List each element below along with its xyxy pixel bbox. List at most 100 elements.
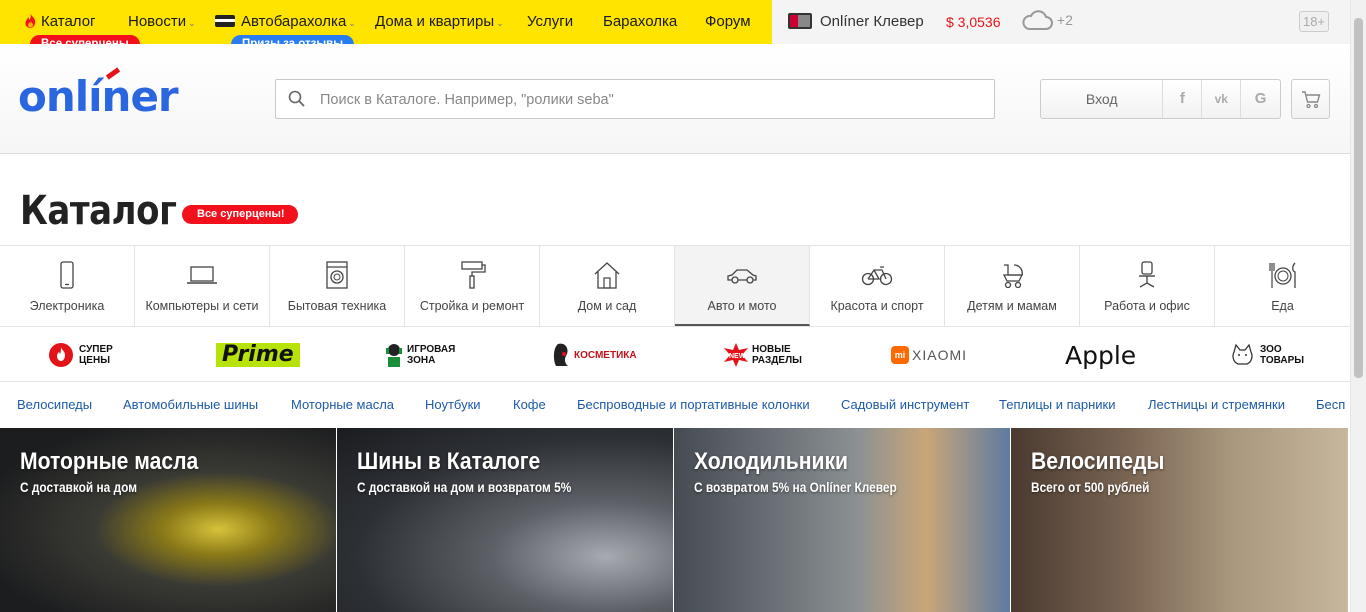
search-icon xyxy=(288,90,305,107)
plate-icon xyxy=(1268,262,1296,288)
facebook-login-button[interactable]: f xyxy=(1163,80,1203,118)
quick-link[interactable]: Беспроводные и портативные колонки xyxy=(577,397,810,412)
smartphone-icon xyxy=(60,261,74,289)
top-nav-label: Дома и квартиры xyxy=(375,13,495,30)
chevron-down-icon: ⌄ xyxy=(496,18,504,28)
banner-subtitle: С возвратом 5% на Onlíner Клевер xyxy=(694,480,897,495)
scrollbar-thumb[interactable] xyxy=(1354,18,1363,378)
washing-machine-icon xyxy=(326,261,348,289)
category-label: Детям и мамам xyxy=(967,299,1057,313)
quick-link[interactable]: Кофе xyxy=(513,397,546,412)
category-construction[interactable]: Стройка и ремонт xyxy=(405,246,540,326)
quick-link[interactable]: Ноутбуки xyxy=(425,397,481,412)
promo-zoo[interactable]: ЗОО ТОВАРЫ xyxy=(1228,341,1304,369)
site-header: onlíner Вход f vk G xyxy=(0,44,1366,154)
office-chair-icon xyxy=(1139,261,1155,288)
onliner-logo[interactable]: onlíner xyxy=(18,72,179,121)
quick-link[interactable]: Лестницы и стремянки xyxy=(1148,397,1285,412)
page-title: Каталог xyxy=(20,188,177,234)
quick-link[interactable]: Бесп xyxy=(1316,397,1345,412)
woman-face-icon xyxy=(553,343,568,366)
fire-icon xyxy=(25,13,36,28)
search-box[interactable] xyxy=(275,79,995,119)
page-scrollbar[interactable] xyxy=(1350,0,1366,612)
promo-game-zone[interactable]: ИГРОВАЯ ЗОНА xyxy=(384,341,455,369)
category-kids-moms[interactable]: Детям и мамам xyxy=(945,246,1080,326)
category-label: Работа и офис xyxy=(1104,299,1190,313)
search-input[interactable] xyxy=(320,89,970,111)
cloud-icon xyxy=(1022,10,1053,30)
top-bar: Каталог Новости ⌄ Автобарахолка ⌄ Дома и к… xyxy=(0,0,1366,54)
category-label: Авто и мото xyxy=(707,299,777,313)
cart-icon xyxy=(1302,91,1321,109)
bicycle-icon xyxy=(861,266,893,286)
facebook-icon: f xyxy=(1179,90,1185,107)
cart-button[interactable] xyxy=(1291,79,1330,119)
category-beauty-sport[interactable]: Красота и спорт xyxy=(810,246,945,326)
top-nav-label: Барахолка xyxy=(603,13,678,30)
mi-logo-icon: mi xyxy=(891,346,909,364)
category-label: Дом и сад xyxy=(577,299,637,313)
promo-apple[interactable]: Apple xyxy=(1065,341,1136,370)
category-appliances[interactable]: Бытовая техника xyxy=(270,246,405,326)
promo-strip: СУПЕР ЦЕНЫ Prime ИГРОВАЯ ЗОНА КОСМЕТИКА NE… xyxy=(0,327,1350,382)
top-nav-label: Автобарахолка xyxy=(241,13,347,30)
quick-link[interactable]: Автомобильные шины xyxy=(123,397,258,412)
quick-link[interactable]: Садовый инструмент xyxy=(841,397,969,412)
fire-badge-icon xyxy=(49,343,73,367)
banner-fridges[interactable]: Холодильники С возвратом 5% на Onlíner К… xyxy=(674,428,1011,612)
login-button[interactable]: Вход xyxy=(1041,80,1164,118)
top-nav-catalog[interactable]: Каталог xyxy=(24,13,96,30)
xiaomi-logo: XIAOMI xyxy=(912,347,968,363)
category-work-office[interactable]: Работа и офис xyxy=(1080,246,1215,326)
promo-line: НОВЫЕ xyxy=(752,344,791,355)
banner-title: Шины в Каталоге xyxy=(357,448,541,475)
promo-line: ТОВАРЫ xyxy=(1260,355,1305,366)
promo-line: РАЗДЕЛЫ xyxy=(752,355,802,366)
promo-super-prices[interactable]: СУПЕР ЦЕНЫ xyxy=(48,341,113,369)
top-nav-baraholka[interactable]: Барахолка xyxy=(603,13,677,30)
promo-xiaomi[interactable]: mi XIAOMI xyxy=(891,341,967,369)
category-computers[interactable]: Компьютеры и сети xyxy=(135,246,270,326)
promo-new-sections[interactable]: NEW НОВЫЕ РАЗДЕЛЫ xyxy=(722,341,802,369)
quick-link[interactable]: Теплицы и парники xyxy=(999,397,1116,412)
category-auto-moto[interactable]: Авто и мото xyxy=(675,246,810,326)
currency-rate[interactable]: $ 3,0536 xyxy=(946,14,1001,30)
category-home-garden[interactable]: Дом и сад xyxy=(540,246,675,326)
promo-cosmetics[interactable]: КОСМЕТИКА xyxy=(552,341,637,369)
top-nav-forum[interactable]: Форум xyxy=(705,13,751,30)
google-login-button[interactable]: G xyxy=(1241,80,1280,118)
top-nav-label: Форум xyxy=(705,13,751,30)
promo-line: СУПЕР xyxy=(79,344,113,355)
gamer-icon xyxy=(386,344,402,367)
top-nav-news[interactable]: Новости ⌄ xyxy=(128,13,196,30)
klever-link[interactable]: Onlíner Клевер xyxy=(788,13,924,30)
top-nav-services[interactable]: Услуги xyxy=(527,13,573,30)
category-bar: Электроника Компьютеры и сети Бытовая те… xyxy=(0,245,1350,327)
stroller-icon xyxy=(1002,264,1024,289)
superprice-title-badge[interactable]: Все суперцены! xyxy=(182,205,298,224)
top-nav-autobaraholka[interactable]: Автобарахолка ⌄ xyxy=(215,13,356,30)
promo-prime[interactable]: Prime xyxy=(216,341,300,369)
banner-bicycles[interactable]: Велосипеды Всего от 500 рублей xyxy=(1011,428,1348,612)
weather-widget[interactable]: +2 xyxy=(1021,9,1073,31)
vk-login-button[interactable]: vk xyxy=(1202,80,1242,118)
category-food[interactable]: Еда xyxy=(1215,246,1350,326)
quick-link[interactable]: Моторные масла xyxy=(291,397,394,412)
quick-links: Велосипеды Автомобильные шины Моторные м… xyxy=(0,383,1350,428)
banner-tires[interactable]: Шины в Каталоге С доставкой на дом и воз… xyxy=(337,428,674,612)
card-icon xyxy=(215,15,235,27)
promo-banners: Моторные масла С доставкой на дом Шины в… xyxy=(0,428,1350,612)
category-label: Стройка и ремонт xyxy=(419,299,525,313)
car-icon xyxy=(727,269,757,284)
temperature: +2 xyxy=(1056,12,1073,28)
promo-line: ИГРОВАЯ xyxy=(407,344,456,355)
banner-motor-oils[interactable]: Моторные масла С доставкой на дом xyxy=(0,428,337,612)
category-electronics[interactable]: Электроника xyxy=(0,246,135,326)
top-nav-realty[interactable]: Дома и квартиры ⌄ xyxy=(375,13,504,30)
cat-icon xyxy=(1232,343,1253,365)
quick-link[interactable]: Велосипеды xyxy=(17,397,92,412)
category-label: Электроника xyxy=(29,299,105,313)
banner-title: Велосипеды xyxy=(1031,448,1165,475)
banner-title: Моторные масла xyxy=(20,448,199,475)
